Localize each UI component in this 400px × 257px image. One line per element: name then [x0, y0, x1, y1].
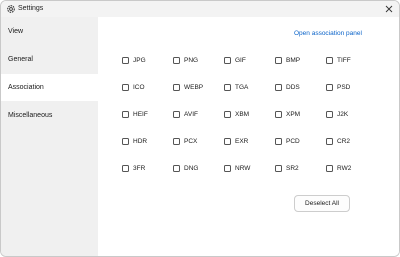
- checkbox-label: CR2: [337, 137, 351, 145]
- checkbox[interactable]: [326, 110, 333, 118]
- checkbox[interactable]: [275, 110, 282, 118]
- sidebar: View General Association Miscellaneous: [1, 17, 98, 256]
- format-checkbox-gif[interactable]: GIF: [224, 55, 246, 65]
- checkbox-label: 3FR: [133, 164, 146, 172]
- format-checkbox-jpg[interactable]: JPG: [122, 55, 146, 65]
- format-checkbox-cr2[interactable]: CR2: [326, 136, 350, 146]
- checkbox-label: XPM: [286, 110, 301, 118]
- checkbox[interactable]: [275, 164, 282, 172]
- checkbox[interactable]: [122, 110, 129, 118]
- checkbox[interactable]: [173, 164, 180, 172]
- format-checkbox-dng[interactable]: DNG: [173, 163, 198, 173]
- format-checkbox-ico[interactable]: ICO: [122, 82, 145, 92]
- format-checkbox-webp[interactable]: WEBP: [173, 82, 203, 92]
- format-checkbox-heif[interactable]: HEIF: [122, 109, 148, 119]
- checkbox[interactable]: [224, 164, 231, 172]
- checkbox[interactable]: [326, 56, 333, 64]
- checkbox-label: DDS: [286, 83, 300, 91]
- format-checkbox-tga[interactable]: TGA: [224, 82, 248, 92]
- format-checkbox-j2k[interactable]: J2K: [326, 109, 348, 119]
- checkbox-label: RW2: [337, 164, 352, 172]
- checkbox[interactable]: [326, 137, 333, 145]
- checkbox[interactable]: [275, 56, 282, 64]
- format-checkbox-sr2[interactable]: SR2: [275, 163, 299, 173]
- checkbox[interactable]: [275, 137, 282, 145]
- window-title: Settings: [18, 5, 44, 12]
- checkbox-label: JPG: [133, 56, 146, 64]
- checkbox[interactable]: [224, 110, 231, 118]
- close-icon: [385, 5, 393, 13]
- checkbox-label: PCX: [184, 137, 198, 145]
- format-checkbox-3fr[interactable]: 3FR: [122, 163, 145, 173]
- format-checkbox-png[interactable]: PNG: [173, 55, 198, 65]
- sidebar-item-view[interactable]: View: [1, 18, 98, 45]
- checkbox-label: ICO: [133, 83, 145, 91]
- deselect-all-button[interactable]: Deselect All: [294, 195, 350, 212]
- format-checkbox-nrw[interactable]: NRW: [224, 163, 250, 173]
- checkbox-label: PNG: [184, 56, 199, 64]
- checkbox[interactable]: [326, 83, 333, 91]
- checkbox-label: GIF: [235, 56, 246, 64]
- settings-window: Settings View General Association Miscel…: [0, 0, 400, 257]
- title-bar: Settings: [1, 1, 399, 17]
- checkbox-label: J2K: [337, 110, 349, 118]
- gear-icon: [6, 4, 16, 14]
- sidebar-item-association[interactable]: Association: [1, 74, 98, 101]
- checkbox-label: SR2: [286, 164, 299, 172]
- format-checkbox-exr[interactable]: EXR: [224, 136, 248, 146]
- format-checkbox-pcd[interactable]: PCD: [275, 136, 300, 146]
- format-checkbox-avif[interactable]: AVIF: [173, 109, 198, 119]
- format-checkbox-xbm[interactable]: XBM: [224, 109, 249, 119]
- checkbox[interactable]: [122, 83, 129, 91]
- format-checkbox-rw2[interactable]: RW2: [326, 163, 351, 173]
- checkbox-label: HDR: [133, 137, 148, 145]
- association-panel: Open association panel JPG PNG GIF BMP TIFF I…: [98, 17, 399, 256]
- open-association-panel-link[interactable]: Open association panel: [294, 29, 362, 38]
- checkbox[interactable]: [224, 83, 231, 91]
- checkbox[interactable]: [122, 56, 129, 64]
- checkbox[interactable]: [122, 137, 129, 145]
- checkbox[interactable]: [173, 56, 180, 64]
- checkbox[interactable]: [173, 83, 180, 91]
- format-checkbox-hdr[interactable]: HDR: [122, 136, 147, 146]
- checkbox[interactable]: [224, 137, 231, 145]
- close-button[interactable]: [382, 2, 396, 16]
- checkbox[interactable]: [173, 137, 180, 145]
- checkbox-label: EXR: [235, 137, 249, 145]
- checkbox[interactable]: [275, 83, 282, 91]
- checkbox[interactable]: [173, 110, 180, 118]
- checkbox-label: DNG: [184, 164, 199, 172]
- checkbox-label: TIFF: [337, 56, 351, 64]
- checkbox-label: NRW: [235, 164, 251, 172]
- checkbox-label: PCD: [286, 137, 300, 145]
- checkbox-label: TGA: [235, 83, 249, 91]
- checkbox-label: XBM: [235, 110, 250, 118]
- checkbox-label: BMP: [286, 56, 301, 64]
- checkbox[interactable]: [122, 164, 129, 172]
- checkbox-label: HEIF: [133, 110, 148, 118]
- checkbox[interactable]: [224, 56, 231, 64]
- sidebar-item-miscellaneous[interactable]: Miscellaneous: [1, 102, 98, 129]
- checkbox[interactable]: [326, 164, 333, 172]
- checkbox-label: AVIF: [184, 110, 198, 118]
- format-checkbox-tiff[interactable]: TIFF: [326, 55, 351, 65]
- format-checkbox-dds[interactable]: DDS: [275, 82, 300, 92]
- checkbox-label: WEBP: [184, 83, 204, 91]
- format-checkbox-pcx[interactable]: PCX: [173, 136, 197, 146]
- format-checkbox-xpm[interactable]: XPM: [275, 109, 300, 119]
- sidebar-item-general[interactable]: General: [1, 46, 98, 73]
- format-checkbox-psd[interactable]: PSD: [326, 82, 350, 92]
- checkbox-label: PSD: [337, 83, 351, 91]
- format-checkbox-bmp[interactable]: BMP: [275, 55, 300, 65]
